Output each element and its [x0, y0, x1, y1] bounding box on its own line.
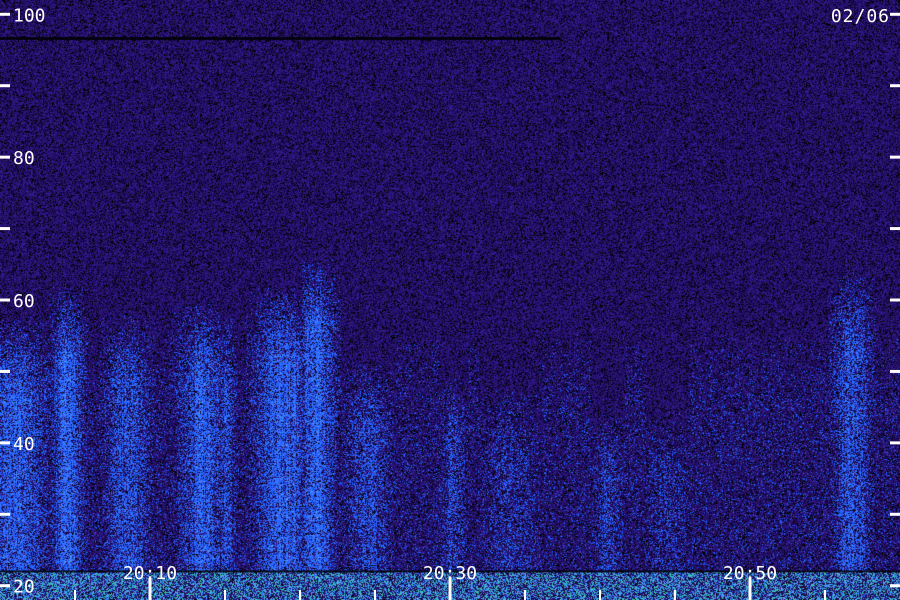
- y-tick-left: [0, 155, 10, 159]
- x-tick-label: 20:50: [723, 563, 777, 584]
- y-tick-label: 80: [13, 148, 35, 169]
- axes-overlay: 20 40 60 80 100 20:10 20:30 20:50: [0, 5, 900, 600]
- y-tick-right: [890, 84, 900, 88]
- date-label: 02/06: [830, 6, 890, 27]
- x-minor-tick: [224, 590, 226, 600]
- x-minor-tick: [524, 590, 526, 600]
- x-minor-tick: [374, 590, 376, 600]
- y-tick-right: [890, 12, 900, 16]
- y-tick-label: 20: [13, 577, 35, 598]
- x-minor-tick: [299, 590, 301, 600]
- y-tick-label: 60: [13, 291, 35, 312]
- y-tick-left: [0, 512, 10, 516]
- x-minor-tick: [74, 590, 76, 600]
- x-minor-tick: [674, 590, 676, 600]
- x-tick-label: 20:10: [123, 563, 177, 584]
- y-tick-left: [0, 84, 10, 88]
- y-tick-left: [0, 298, 10, 302]
- y-tick-left: [0, 441, 10, 445]
- y-tick-right: [890, 584, 900, 588]
- x-minor-tick: [824, 590, 826, 600]
- y-tick-label: 40: [13, 434, 35, 455]
- y-tick-left: [0, 227, 10, 231]
- y-tick-right: [890, 155, 900, 159]
- y-tick-right: [890, 298, 900, 302]
- y-tick-right: [890, 369, 900, 373]
- y-tick-right: [890, 441, 900, 445]
- x-tick-label: 20:30: [423, 563, 477, 584]
- y-tick-right: [890, 227, 900, 231]
- y-tick-label: 100: [13, 5, 46, 26]
- y-tick-left: [0, 12, 10, 16]
- y-tick-left: [0, 369, 10, 373]
- x-minor-tick: [599, 590, 601, 600]
- y-tick-left: [0, 584, 10, 588]
- y-tick-right: [890, 512, 900, 516]
